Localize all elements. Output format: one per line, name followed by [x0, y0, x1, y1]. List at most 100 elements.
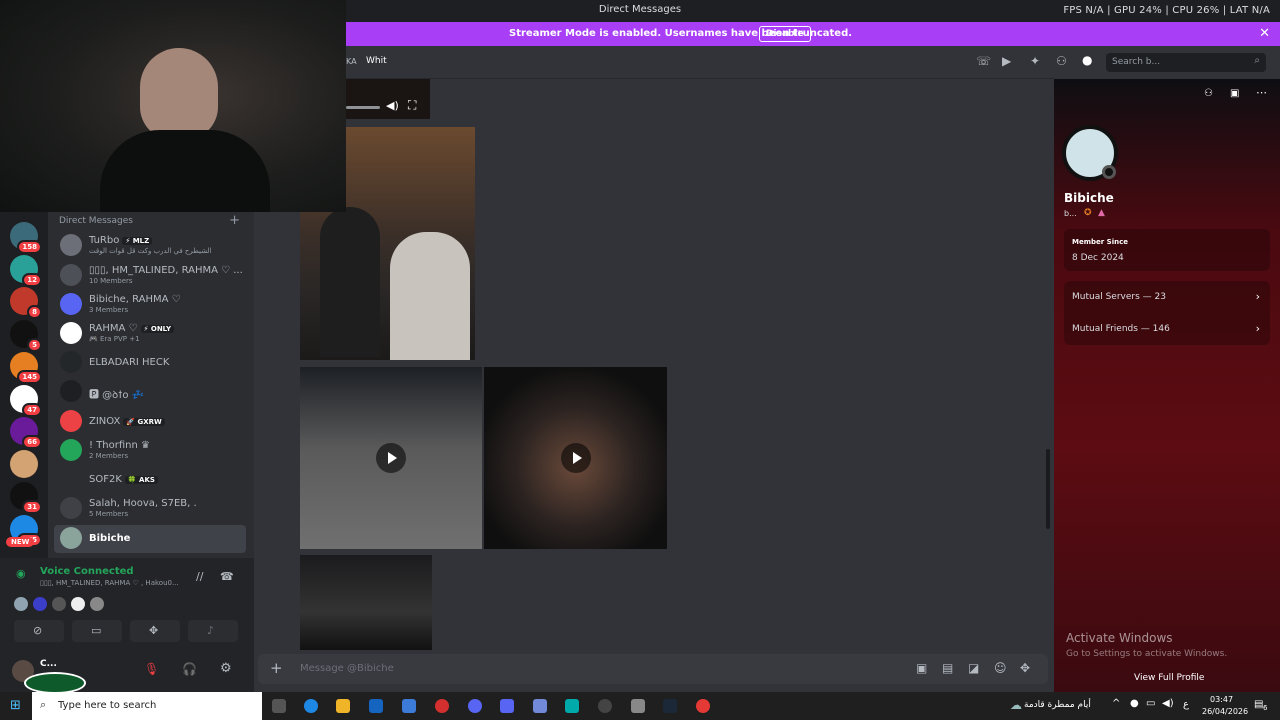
participant-avatar[interactable] — [71, 597, 85, 611]
dm-item[interactable]: ZINOX 🚀 GXRW — [54, 408, 246, 436]
voice-channel[interactable]: ▯▯▯, HM_TALINED, RAHMA ♡ , Hakou0... — [40, 579, 179, 587]
video-player-controls[interactable]: ◀) ⛶ — [346, 79, 430, 119]
clock-date[interactable]: 26/04/2026 — [1202, 707, 1248, 716]
dm-item[interactable]: SOF2K 🍀 AKS — [54, 466, 246, 494]
gif-icon[interactable]: ▤ — [942, 661, 953, 675]
play-icon[interactable] — [561, 443, 591, 473]
mute-icon[interactable]: 🎙 — [144, 662, 159, 676]
server-icon[interactable] — [10, 449, 38, 478]
windows-start-icon[interactable]: ⊞ — [10, 698, 21, 713]
discord-active-icon[interactable] — [533, 699, 547, 713]
emoji-icon[interactable]: ☺ — [994, 661, 1007, 675]
dm-item[interactable]: ! Thorfinn ♛ 2 Members — [54, 437, 246, 465]
gift-icon[interactable]: ▣ — [1230, 88, 1239, 99]
user-name[interactable]: C... — [40, 659, 57, 669]
network-icon[interactable]: ▭ — [1146, 698, 1155, 709]
app-icon[interactable] — [468, 699, 482, 713]
store-icon[interactable] — [402, 699, 416, 713]
soundboard-icon: ♪ — [207, 624, 215, 637]
server-icon[interactable]: 31 — [10, 482, 42, 514]
message-composer[interactable]: + Message @Bibiche ▣ ▤ ◪ ☺ ✥ — [258, 654, 1048, 684]
mic-tray-icon[interactable]: ● — [1130, 698, 1139, 709]
steam-icon[interactable] — [663, 699, 677, 713]
dm-name-text: 🅿 @ꝺꝉo 💤 — [89, 390, 145, 401]
composer-placeholder: Message @Bibiche — [300, 663, 394, 674]
view-full-profile-link[interactable]: View Full Profile — [1134, 673, 1204, 683]
mutual-servers-row[interactable]: Mutual Servers — 23 › — [1064, 281, 1270, 313]
disable-streamer-mode-button[interactable]: Disable — [759, 26, 811, 42]
volume-icon[interactable]: ◀) — [1162, 698, 1174, 709]
apps-icon[interactable]: ✥ — [1020, 661, 1030, 675]
voice-status[interactable]: Voice Connected — [40, 566, 134, 577]
dm-item[interactable]: ▯▯▯, HM_TALINED, RAHMA ♡ ... 10 Members — [54, 262, 246, 290]
server-icon[interactable]: 12 — [10, 254, 42, 287]
task-view-icon[interactable] — [272, 699, 286, 713]
mutual-friends-label: Mutual Friends — 146 — [1072, 324, 1170, 334]
add-friend-icon[interactable]: ⚇ — [1204, 88, 1213, 99]
dm-item[interactable]: ELBADARI HECK — [54, 349, 246, 377]
participant-avatar[interactable] — [14, 597, 28, 611]
header-tab-a[interactable]: KA — [346, 57, 357, 66]
obs-icon[interactable] — [598, 699, 612, 713]
dm-item[interactable]: Bibiche — [54, 525, 246, 553]
weather-icon[interactable]: ☁ — [1010, 698, 1022, 712]
server-icon[interactable]: 158 — [10, 222, 42, 254]
participant-avatar[interactable] — [90, 597, 104, 611]
add-friends-icon[interactable]: ⚇ — [1056, 54, 1067, 68]
video-call-icon[interactable]: ▶ — [1002, 54, 1011, 68]
server-icon[interactable]: 47 — [10, 384, 42, 417]
participant-avatar[interactable] — [33, 597, 47, 611]
disconnect-icon[interactable]: ☎ — [220, 570, 234, 583]
dm-item[interactable]: 🅿 @ꝺꝉo 💤 — [54, 378, 246, 406]
server-icon[interactable]: 8 — [10, 287, 42, 319]
create-dm-icon[interactable]: + — [229, 213, 240, 228]
server-icon[interactable]: 5 — [10, 319, 42, 352]
video-attachment-night-road[interactable] — [300, 555, 432, 650]
app-icon[interactable] — [631, 699, 645, 713]
terminal-icon[interactable] — [565, 699, 579, 713]
discord-icon[interactable] — [500, 699, 514, 713]
chat-scrollbar[interactable] — [1046, 449, 1050, 529]
close-icon[interactable]: ✕ — [1259, 26, 1270, 41]
soundboard-button[interactable]: ♪ — [188, 620, 238, 642]
participant-avatar[interactable] — [52, 597, 66, 611]
edge-icon[interactable] — [304, 699, 318, 713]
mutual-friends-row[interactable]: Mutual Friends — 146 › — [1064, 313, 1270, 345]
camera-button[interactable]: ⊘ — [14, 620, 64, 642]
dm-item[interactable]: RAHMA ♡ ⚡ ONLY 🎮 Era PVP +1 — [54, 320, 246, 348]
add-attachment-icon[interactable]: + — [270, 659, 283, 677]
header-tab-b[interactable]: Whit — [366, 56, 387, 66]
volume-icon[interactable]: ◀) — [386, 99, 399, 112]
clock-time[interactable]: 03:47 — [1210, 695, 1233, 704]
pin-icon[interactable]: ✦ — [1030, 54, 1040, 68]
sticker-icon[interactable]: ◪ — [968, 661, 979, 675]
fullscreen-icon[interactable]: ⛶ — [408, 98, 416, 113]
activities-button[interactable]: ✥ — [130, 620, 180, 642]
server-icon[interactable]: 145 — [10, 352, 42, 384]
noise-suppression-icon[interactable]: ∕∕ — [196, 570, 203, 583]
taskbar-search-input[interactable]: ⌕ Type here to search — [32, 692, 262, 720]
app-icon[interactable] — [435, 699, 449, 713]
tray-chevron-icon[interactable]: ^ — [1112, 698, 1120, 709]
more-icon[interactable]: ⋯ — [1256, 86, 1267, 99]
chrome-icon[interactable] — [696, 699, 710, 713]
user-profile-icon[interactable]: ● — [1082, 53, 1092, 67]
settings-gear-icon[interactable]: ⚙ — [220, 661, 232, 676]
input-language[interactable]: ع — [1183, 699, 1189, 710]
screen-share-button[interactable]: ▭ — [72, 620, 122, 642]
deafen-icon[interactable]: 🎧 — [182, 662, 197, 676]
search-input[interactable]: Search b... ⌕ — [1106, 53, 1266, 72]
phone-call-icon[interactable]: ☏ — [976, 54, 991, 68]
server-icon[interactable]: 66 — [10, 417, 42, 449]
play-icon[interactable] — [376, 443, 406, 473]
file-explorer-icon[interactable] — [336, 699, 350, 713]
dm-item[interactable]: TuRbo ⚡ MLZ الشيطرح في الدرب وكت قل قوات ا… — [54, 232, 246, 260]
mail-icon[interactable] — [369, 699, 383, 713]
dm-item[interactable]: Salah, Hoova, S7EB, .5 Members — [54, 495, 246, 523]
video-attachment-street[interactable] — [300, 367, 482, 549]
dm-item[interactable]: Bibiche, RAHMA ♡ 3 Members — [54, 291, 246, 319]
weather-text[interactable]: أيام ممطرة قادمة — [1024, 700, 1091, 710]
video-progress-bar[interactable] — [346, 106, 380, 109]
gift-icon[interactable]: ▣ — [916, 661, 927, 675]
video-attachment-helmet[interactable] — [484, 367, 667, 549]
